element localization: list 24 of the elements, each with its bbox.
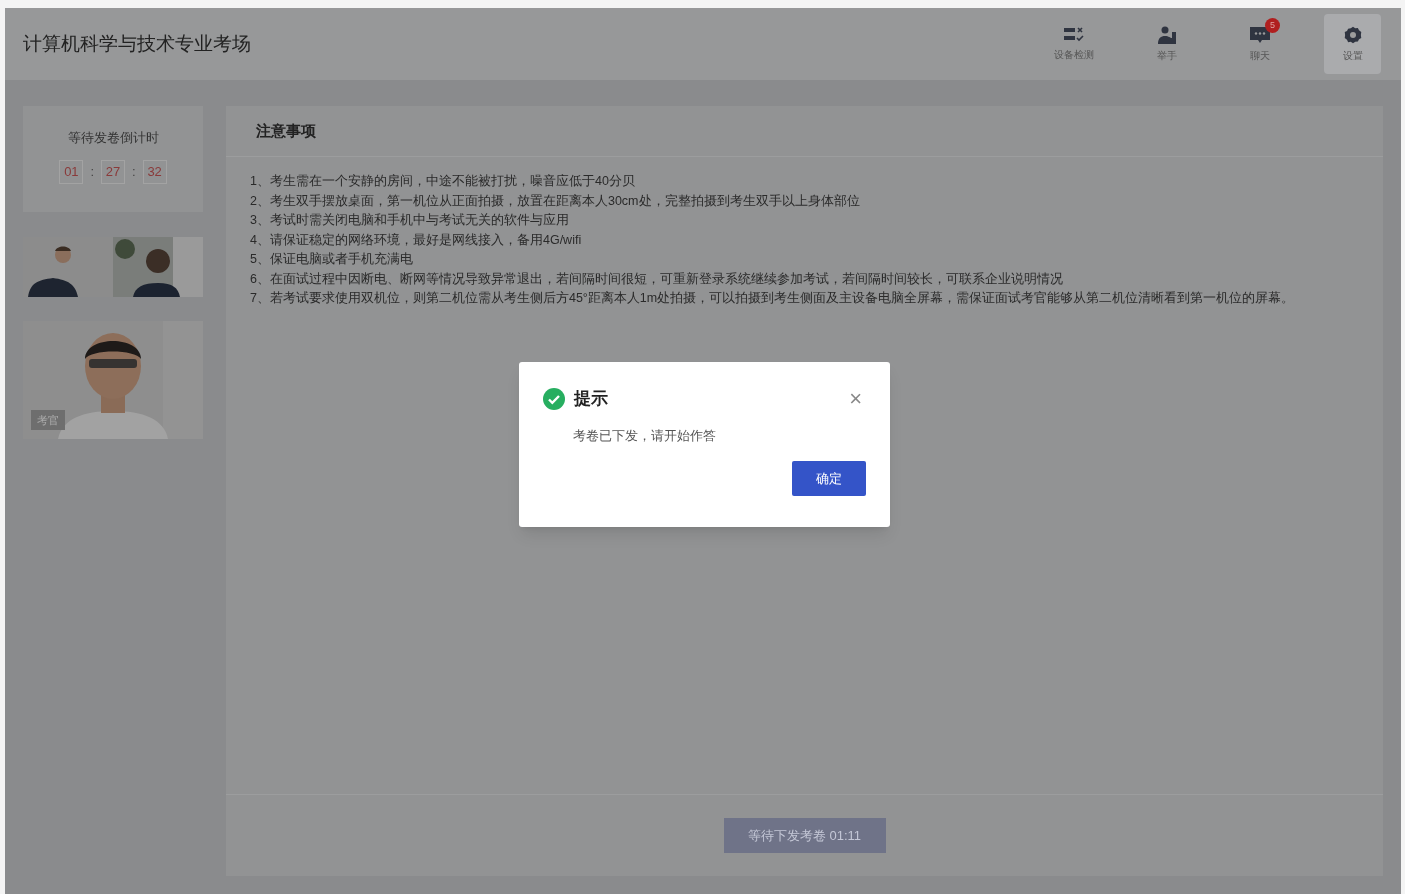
settings-icon	[1343, 25, 1362, 44]
time-separator: :	[90, 162, 94, 181]
notice-item: 4、请保证稳定的网络环境，最好是网线接入，备用4G/wifi	[250, 231, 583, 249]
person-icon	[1156, 25, 1177, 44]
dialog-message: 考卷已下发，请开始作答	[573, 426, 717, 445]
toolbar-button[interactable]: 设置	[1324, 14, 1381, 74]
chat-icon	[1249, 25, 1270, 44]
notice-item: 3、考试时需关闭电脑和手机中与考试无关的软件与应用	[250, 212, 570, 229]
hours-digit: 01	[59, 159, 84, 184]
dialog-title: 提示	[574, 388, 608, 410]
countdown-title: 等待发卷倒计时	[67, 129, 159, 147]
time-separator: :	[132, 162, 136, 181]
confirm-button[interactable]: 确定	[792, 461, 866, 496]
seconds-digit: 32	[142, 159, 167, 184]
notice-item: 6、在面试过程中因断电、断网等情况导致异常退出，若间隔时间很短，可重新登录系统继续参加考试，若间隔时间较长，可联系企业说明情况	[250, 270, 1064, 288]
minutes-digit: 27	[101, 159, 125, 184]
panel-title: 注意事项	[256, 120, 316, 141]
notice-item: 5、保证电脑或者手机充满电	[250, 251, 414, 268]
page-title: 计算机科学与技术专业考场	[23, 31, 251, 56]
success-icon	[543, 387, 565, 410]
toolbar-button[interactable]: 聊天 5	[1231, 14, 1288, 74]
close-button[interactable]: ×	[849, 387, 862, 410]
unread-badge: 5	[1265, 18, 1280, 33]
checklist-icon	[1063, 26, 1084, 43]
